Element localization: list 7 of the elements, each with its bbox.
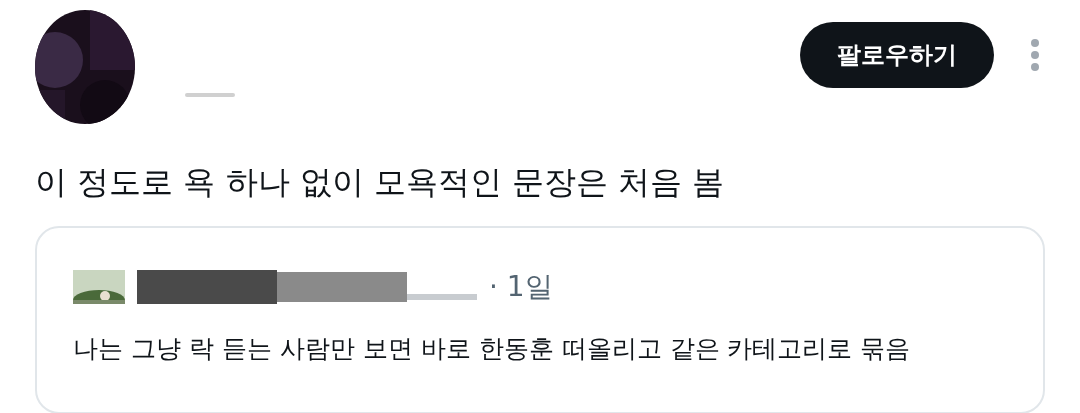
quoted-tweet-text: 나는 그냥 락 듣는 사람만 보면 바로 한동훈 떠올리고 같은 카테고리로 묶음	[73, 333, 912, 365]
redacted-name	[185, 93, 235, 97]
timestamp: · 1일	[489, 269, 553, 305]
follow-button[interactable]: 팔로우하기	[800, 22, 994, 88]
quoted-tweet-card[interactable]: · 1일 나는 그냥 락 듣는 사람만 보면 바로 한동훈 떠올리고 같은 카테고리로 묶음	[35, 226, 1045, 413]
tweet-text: 이 정도로 욕 하나 없이 모욕적인 문장은 처음 봄	[34, 162, 726, 203]
more-icon[interactable]	[1030, 38, 1040, 72]
